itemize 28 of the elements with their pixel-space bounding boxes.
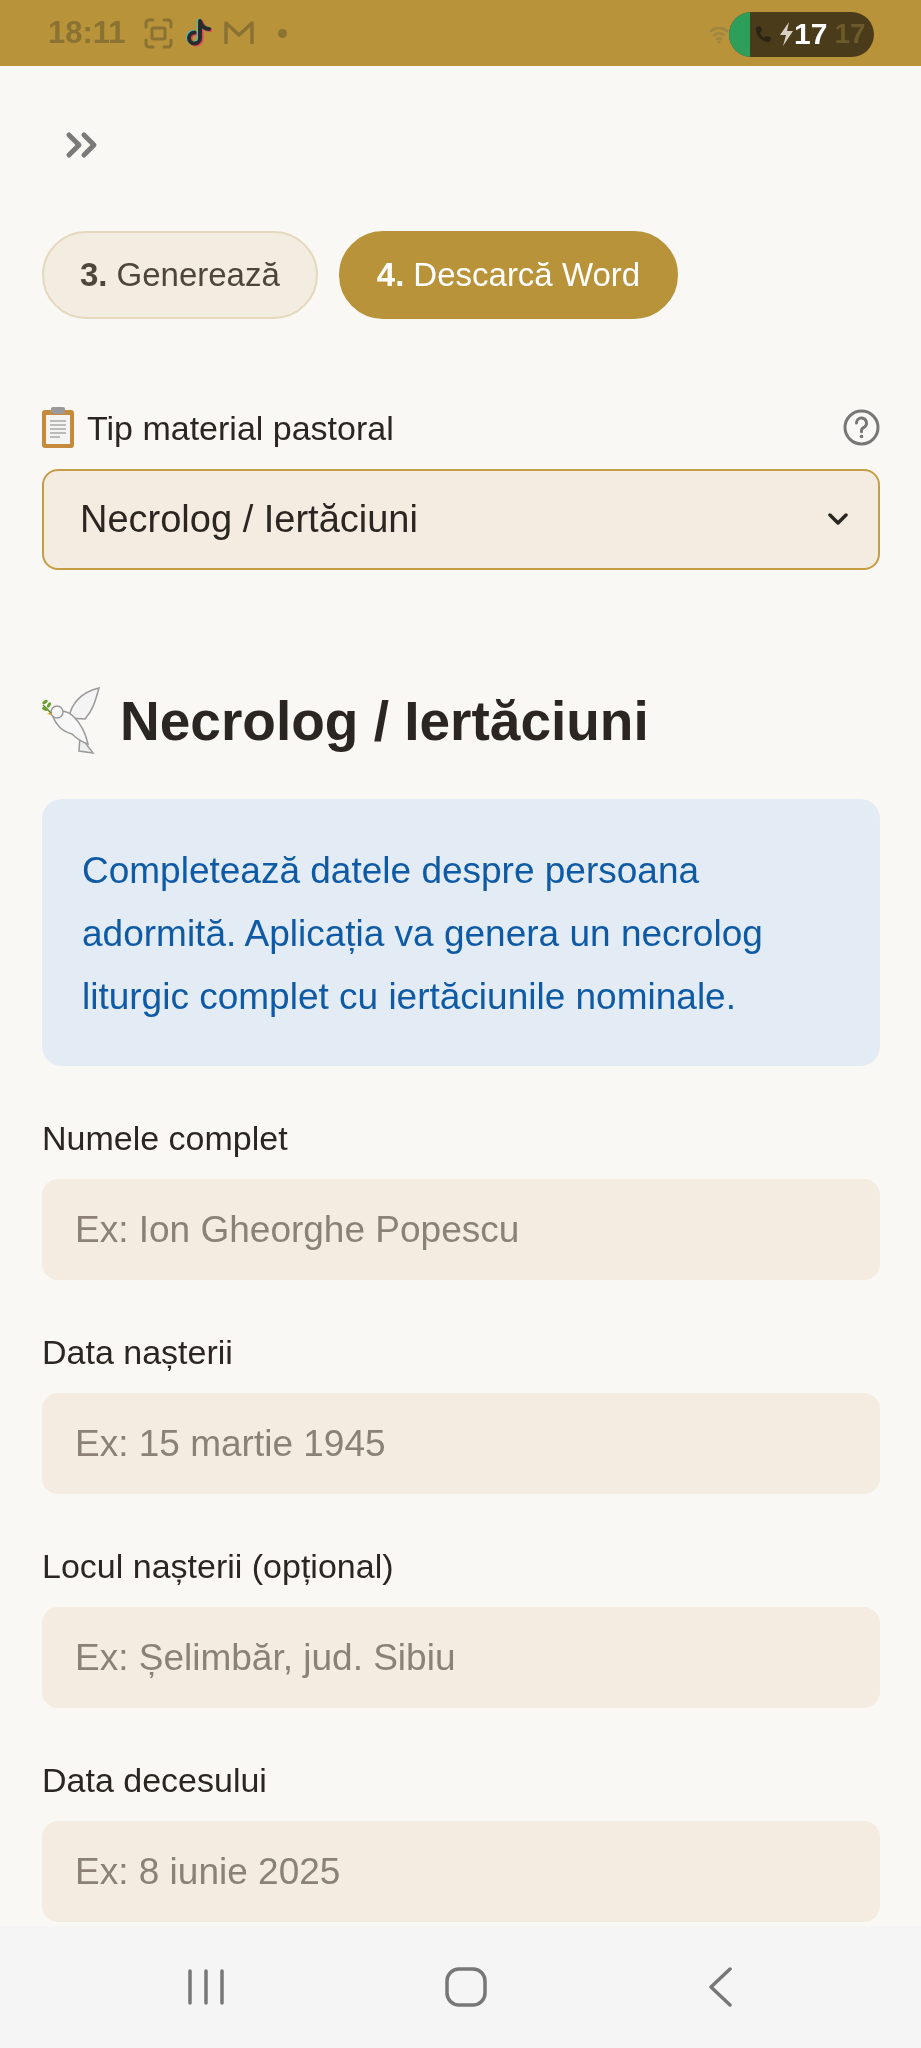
field-label: Data nașterii (42, 1332, 234, 1372)
music-note-icon (183, 18, 212, 48)
section-title: Necrolog / Iertăciuni (120, 689, 649, 754)
dove-icon (42, 686, 102, 756)
field-label: Locul nașterii (opțional) (42, 1546, 395, 1586)
phone-icon (755, 25, 771, 43)
recents-icon[interactable] (187, 1968, 225, 2006)
input-field[interactable]: Ex: 8 iunie 2025 (42, 1821, 880, 1922)
input-field[interactable]: Ex: 15 martie 1945 (42, 1393, 880, 1494)
field-label: Data decesului (42, 1760, 268, 1800)
back-icon[interactable] (707, 1967, 733, 2007)
battery-level: 17 (794, 17, 828, 51)
mail-icon (222, 20, 255, 46)
step-tab[interactable]: 3. Generează (42, 231, 318, 319)
home-icon[interactable] (445, 1967, 487, 2007)
field-label: Tip material pastoral (87, 407, 394, 448)
help-icon[interactable] (843, 409, 880, 446)
material-type-select[interactable]: Necrolog / Iertăciuni (42, 469, 880, 570)
input-field[interactable]: Ex: Ion Gheorghe Popescu (42, 1179, 880, 1280)
notification-dot-icon (277, 28, 287, 38)
field-label: Numele complet (42, 1118, 289, 1158)
clipboard-icon (42, 407, 74, 448)
screenshot-icon (143, 17, 173, 49)
lightning-icon (779, 22, 794, 46)
input-field[interactable]: Ex: Șelimbăr, jud. Sibiu (42, 1607, 880, 1708)
info-text: Completează datele despre persoana adormită. Aplicația va genera un necrolog liturgic complet cu iertăciunile nominale. (82, 849, 764, 1019)
chevron-down-icon (828, 513, 848, 526)
call-indicator-icon (729, 11, 750, 57)
